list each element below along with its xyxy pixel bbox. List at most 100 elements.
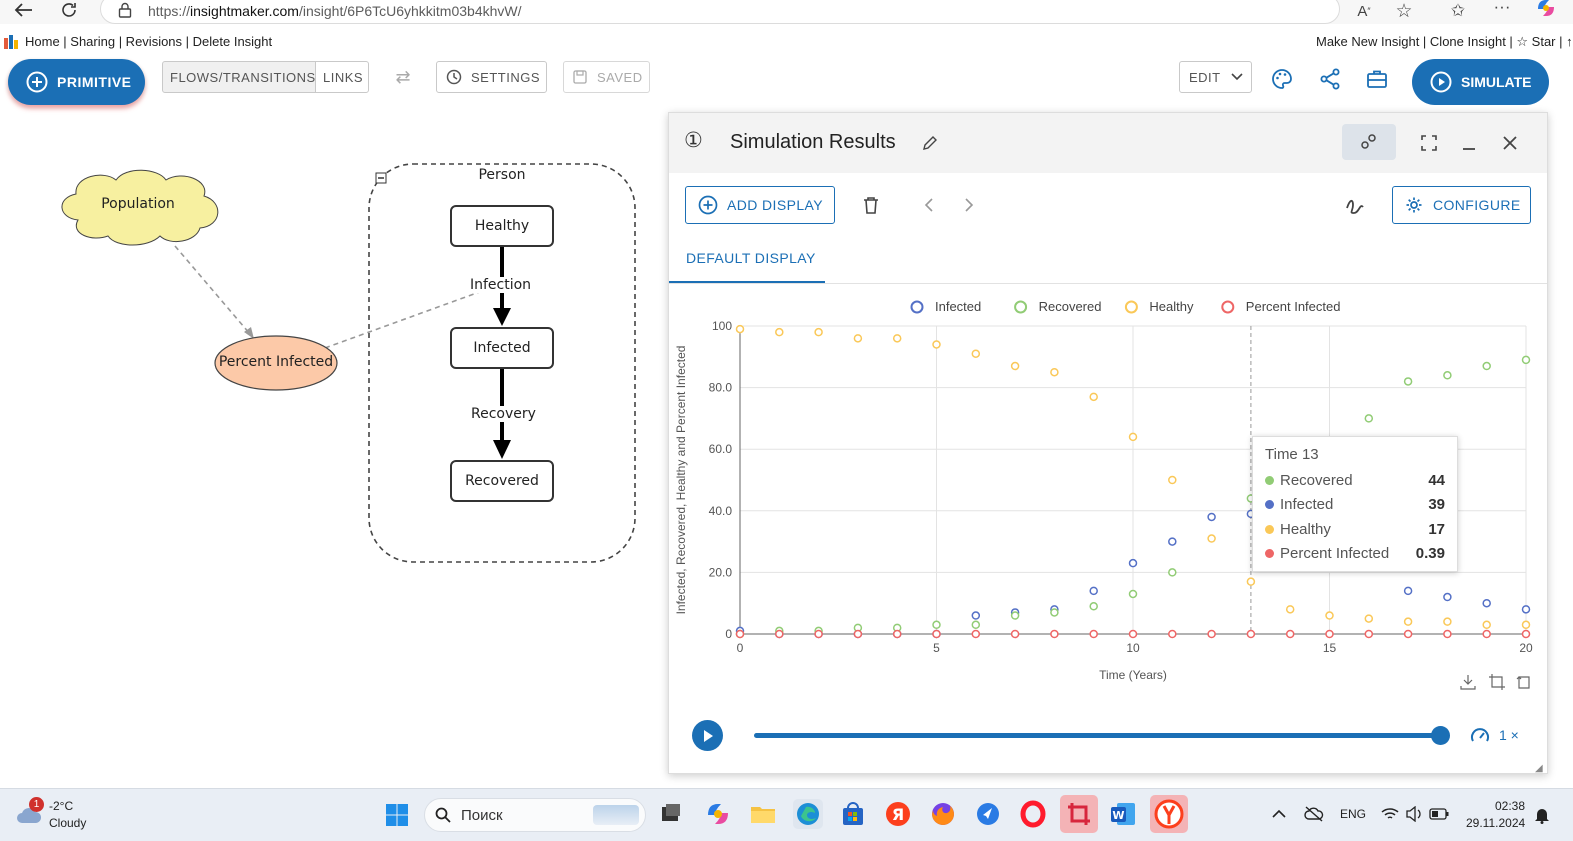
insightmaker-logo-icon[interactable] — [4, 34, 20, 50]
data-point-healthy — [775, 327, 784, 337]
taskbar-search-box[interactable]: Поиск — [424, 798, 646, 832]
data-point-percent-infected — [1403, 629, 1413, 639]
time-slider-track[interactable] — [754, 733, 1440, 738]
edit-dropdown[interactable]: EDIT — [1179, 61, 1252, 93]
yandex-icon[interactable]: Я — [883, 799, 913, 829]
lock-icon[interactable] — [116, 0, 134, 20]
weather-temperature[interactable]: -2°C — [49, 799, 73, 813]
tooltip-value: 39 — [1428, 496, 1445, 514]
play-button[interactable] — [692, 720, 723, 751]
tray-overflow-chevron-icon[interactable] — [1270, 805, 1288, 823]
links-label: LINKS — [323, 69, 364, 85]
simulate-button[interactable]: SIMULATE — [1412, 59, 1549, 105]
battery-icon[interactable] — [1428, 805, 1450, 823]
download-icon[interactable] — [1458, 672, 1478, 692]
weather-condition[interactable]: Cloudy — [49, 816, 86, 830]
zoom-area-icon[interactable] — [1487, 672, 1507, 692]
flows-transitions-button[interactable]: FLOWS/TRANSITIONS — [162, 61, 316, 93]
read-aloud-icon[interactable]: A ″ — [1352, 0, 1376, 22]
play-circle-icon — [1430, 71, 1452, 93]
transition-recovery-label[interactable]: Recovery — [471, 406, 536, 422]
state-healthy[interactable]: Healthy — [450, 205, 554, 247]
yandex-browser-icon[interactable] — [1150, 795, 1188, 833]
windows-start-icon[interactable] — [384, 802, 410, 828]
firefox-icon[interactable] — [928, 799, 958, 829]
toolbox-icon[interactable] — [1365, 67, 1389, 91]
task-view-icon[interactable] — [656, 799, 686, 829]
x-tick-label: 20 — [1519, 641, 1533, 655]
data-point-recovered — [1089, 602, 1098, 611]
copilot-app-icon[interactable] — [703, 799, 733, 829]
speed-gauge-icon[interactable] — [1469, 725, 1491, 747]
more-menu-icon[interactable]: ··· — [1490, 0, 1514, 18]
legend-label: Infected — [935, 299, 981, 314]
legend-label: Healthy — [1149, 299, 1194, 314]
data-point-percent-infected — [1325, 629, 1334, 639]
next-chevron-icon[interactable] — [958, 194, 980, 216]
data-point-healthy — [1207, 534, 1216, 543]
swap-direction-icon[interactable]: ⇄ — [392, 66, 414, 88]
data-point-percent-infected — [971, 629, 981, 639]
close-icon[interactable] — [1499, 132, 1521, 154]
language-indicator[interactable]: ENG — [1340, 807, 1366, 821]
data-point-infected — [1089, 586, 1098, 596]
tab-default-display[interactable]: DEFAULT DISPLAY — [669, 243, 825, 283]
rename-pencil-icon[interactable] — [920, 133, 940, 153]
y-tick-label: 80.0 — [709, 381, 733, 395]
back-icon[interactable] — [10, 0, 36, 22]
share-icon[interactable] — [1318, 67, 1342, 91]
copilot-icon[interactable] — [1534, 0, 1558, 20]
saved-button[interactable]: SAVED — [563, 61, 650, 93]
state-recovered[interactable]: Recovered — [450, 460, 554, 502]
snipping-tool-icon[interactable] — [1060, 795, 1098, 833]
links-button[interactable]: LINKS — [315, 61, 369, 93]
word-icon[interactable]: W — [1108, 799, 1138, 829]
scenario-toggle-icon[interactable] — [1342, 124, 1396, 160]
transition-infection-label[interactable]: Infection — [470, 277, 532, 293]
microsoft-store-icon[interactable] — [838, 799, 868, 829]
data-point-infected — [1482, 598, 1491, 608]
time-slider-handle[interactable] — [1431, 726, 1450, 745]
panel-title: Simulation Results — [730, 131, 896, 153]
favorite-star-icon[interactable]: ☆ — [1393, 0, 1415, 22]
previous-chevron-icon[interactable] — [918, 194, 940, 216]
resize-grip-icon[interactable]: ◢ — [1535, 763, 1543, 774]
fullscreen-icon[interactable] — [1418, 132, 1440, 154]
curve-style-icon[interactable] — [1343, 194, 1367, 218]
minimize-icon[interactable] — [1458, 132, 1480, 154]
primitive-button[interactable]: PRIMITIVE — [8, 59, 145, 105]
volume-icon[interactable] — [1404, 805, 1424, 823]
onedrive-offline-icon[interactable] — [1303, 804, 1325, 824]
favorites-list-icon[interactable]: ✩ — [1447, 0, 1469, 22]
data-point-infected — [1168, 537, 1177, 546]
palette-icon[interactable] — [1270, 67, 1294, 91]
notification-bell-icon[interactable] — [1533, 806, 1551, 824]
insight-nav-right[interactable]: Make New Insight | Clone Insight | ☆ Sta… — [1316, 34, 1573, 50]
file-explorer-icon[interactable] — [748, 799, 778, 829]
data-point-recovered — [932, 620, 941, 630]
delete-trash-icon[interactable] — [860, 194, 882, 216]
clock-date[interactable]: 29.11.2024 — [1466, 816, 1525, 830]
telegram-like-icon[interactable] — [973, 799, 1003, 829]
insight-nav-left[interactable]: Home | Sharing | Revisions | Delete Insi… — [25, 34, 272, 49]
tooltip-row: Healthy 17 — [1265, 517, 1445, 542]
data-point-percent-infected — [1089, 629, 1098, 639]
add-display-button[interactable]: ADD DISPLAY — [685, 186, 835, 224]
url-text[interactable]: https://insightmaker.com/insight/6P6TcU6… — [148, 3, 522, 19]
wifi-icon[interactable] — [1380, 805, 1400, 823]
search-placeholder: Поиск — [461, 807, 503, 824]
configure-button[interactable]: CONFIGURE — [1392, 186, 1531, 224]
clock-time[interactable]: 02:38 — [1495, 799, 1525, 813]
state-infected[interactable]: Infected — [450, 327, 554, 369]
opera-icon[interactable] — [1018, 799, 1048, 829]
panel-header[interactable]: ① Simulation Results — [669, 113, 1547, 173]
flows-label: FLOWS/TRANSITIONS — [170, 69, 316, 85]
model-diagram-canvas[interactable]: Population Percent Infected Person Healt… — [0, 110, 668, 780]
settings-button[interactable]: SETTINGS — [436, 61, 547, 93]
link-population-percent[interactable] — [174, 245, 251, 335]
data-point-percent-infected — [775, 629, 784, 639]
reload-icon[interactable] — [56, 0, 82, 22]
reset-zoom-icon[interactable] — [1514, 672, 1534, 692]
speed-label[interactable]: 1 × — [1499, 727, 1519, 743]
edge-browser-icon[interactable] — [793, 799, 823, 829]
